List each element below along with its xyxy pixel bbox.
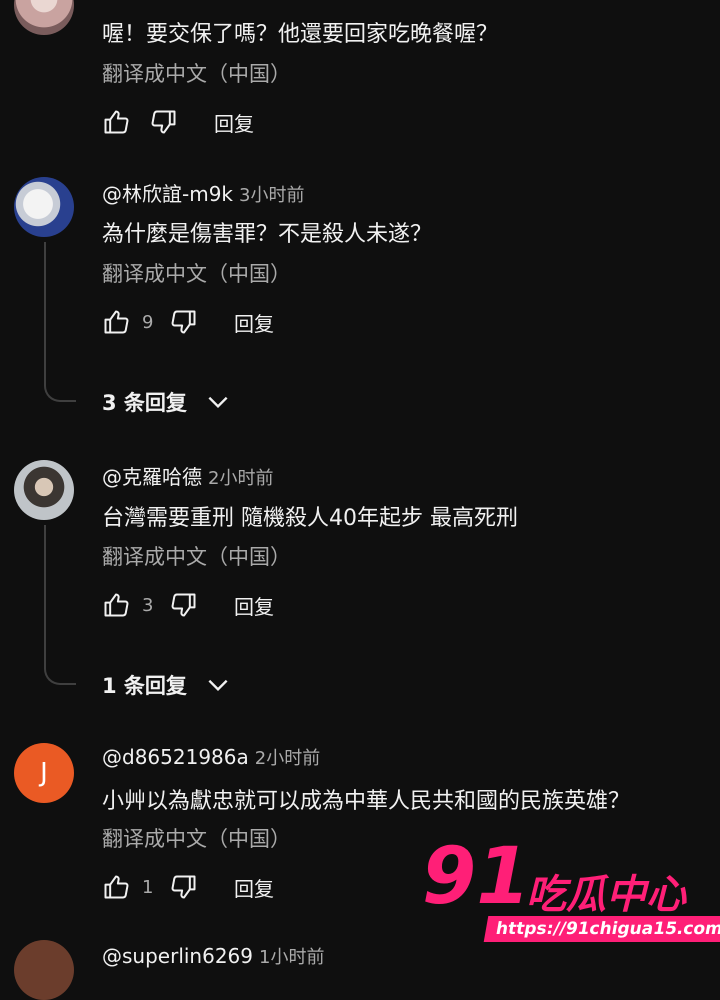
author-name[interactable]: @d86521986a	[102, 745, 249, 769]
comment-meta: @d86521986a 2小时前	[102, 744, 320, 770]
dislike-icon[interactable]	[170, 873, 198, 901]
translate-link[interactable]: 翻译成中文（中国）	[102, 258, 291, 288]
reply-button[interactable]: 回复	[234, 591, 274, 620]
watermark-url: https://91chigua15.com	[483, 916, 720, 942]
avatar[interactable]	[14, 177, 74, 237]
comment-actions: 9 回复	[102, 307, 274, 337]
author-name[interactable]: @superlin6269	[102, 944, 253, 968]
translate-link[interactable]: 翻译成中文（中国）	[102, 58, 291, 88]
comment-actions: 回复	[102, 107, 254, 137]
comment-time: 3小时前	[239, 185, 305, 206]
comment-meta: @superlin6269 1小时前	[102, 943, 324, 969]
show-replies-button[interactable]: 1 条回复	[102, 670, 231, 700]
watermark-name: 吃瓜中心	[526, 872, 686, 918]
reply-button[interactable]: 回复	[234, 873, 274, 902]
like-count: 1	[142, 876, 154, 898]
translate-link[interactable]: 翻译成中文（中国）	[102, 823, 291, 853]
watermark-logo: 91 吃瓜中心 https://91chigua15.com	[422, 832, 720, 950]
comment-time: 2小时前	[208, 468, 274, 489]
dislike-icon[interactable]	[150, 108, 178, 136]
comment-actions: 1 回复	[102, 872, 274, 902]
comment-actions: 3 回复	[102, 590, 274, 620]
author-name[interactable]: @林欣誼-m9k	[102, 182, 233, 206]
replies-count: 3 条回复	[102, 391, 187, 415]
comment-time: 1小时前	[259, 947, 325, 968]
replies-count: 1 条回复	[102, 674, 187, 698]
chevron-down-icon	[208, 396, 228, 409]
comment-text: 喔！要交保了嗎？他還要回家吃晚餐喔？	[102, 22, 499, 47]
avatar[interactable]: J	[14, 743, 74, 803]
author-name[interactable]: @克羅哈德	[102, 465, 202, 489]
show-replies-button[interactable]: 3 条回复	[102, 387, 231, 417]
avatar[interactable]	[14, 0, 74, 35]
translate-link[interactable]: 翻译成中文（中国）	[102, 541, 291, 571]
like-count: 3	[142, 594, 154, 616]
dislike-icon[interactable]	[170, 591, 198, 619]
thread-line	[44, 242, 76, 402]
avatar[interactable]	[14, 940, 74, 1000]
comment-time: 2小时前	[254, 748, 321, 769]
watermark-number: 91	[422, 832, 531, 922]
like-icon[interactable]	[102, 873, 130, 901]
comment-text: 台灣需要重刑 隨機殺人40年起步 最高死刑	[102, 506, 518, 531]
avatar-letter: J	[40, 758, 48, 788]
like-icon[interactable]	[102, 591, 130, 619]
chevron-down-icon	[208, 679, 228, 692]
reply-button[interactable]: 回复	[214, 108, 254, 137]
like-icon[interactable]	[102, 308, 130, 336]
like-icon[interactable]	[102, 108, 130, 136]
comment-meta: @林欣誼-m9k 3小时前	[102, 178, 304, 207]
comment-text: 為什麼是傷害罪？不是殺人未遂？	[102, 222, 433, 247]
reply-button[interactable]: 回复	[234, 308, 274, 337]
avatar[interactable]	[14, 460, 74, 520]
thread-line	[44, 525, 76, 685]
dislike-icon[interactable]	[170, 308, 198, 336]
comment-text: 小艸以為獻忠就可以成為中華人民共和國的民族英雄？	[102, 789, 631, 814]
like-count: 9	[142, 311, 154, 333]
comment-meta: @克羅哈德 2小时前	[102, 461, 273, 490]
